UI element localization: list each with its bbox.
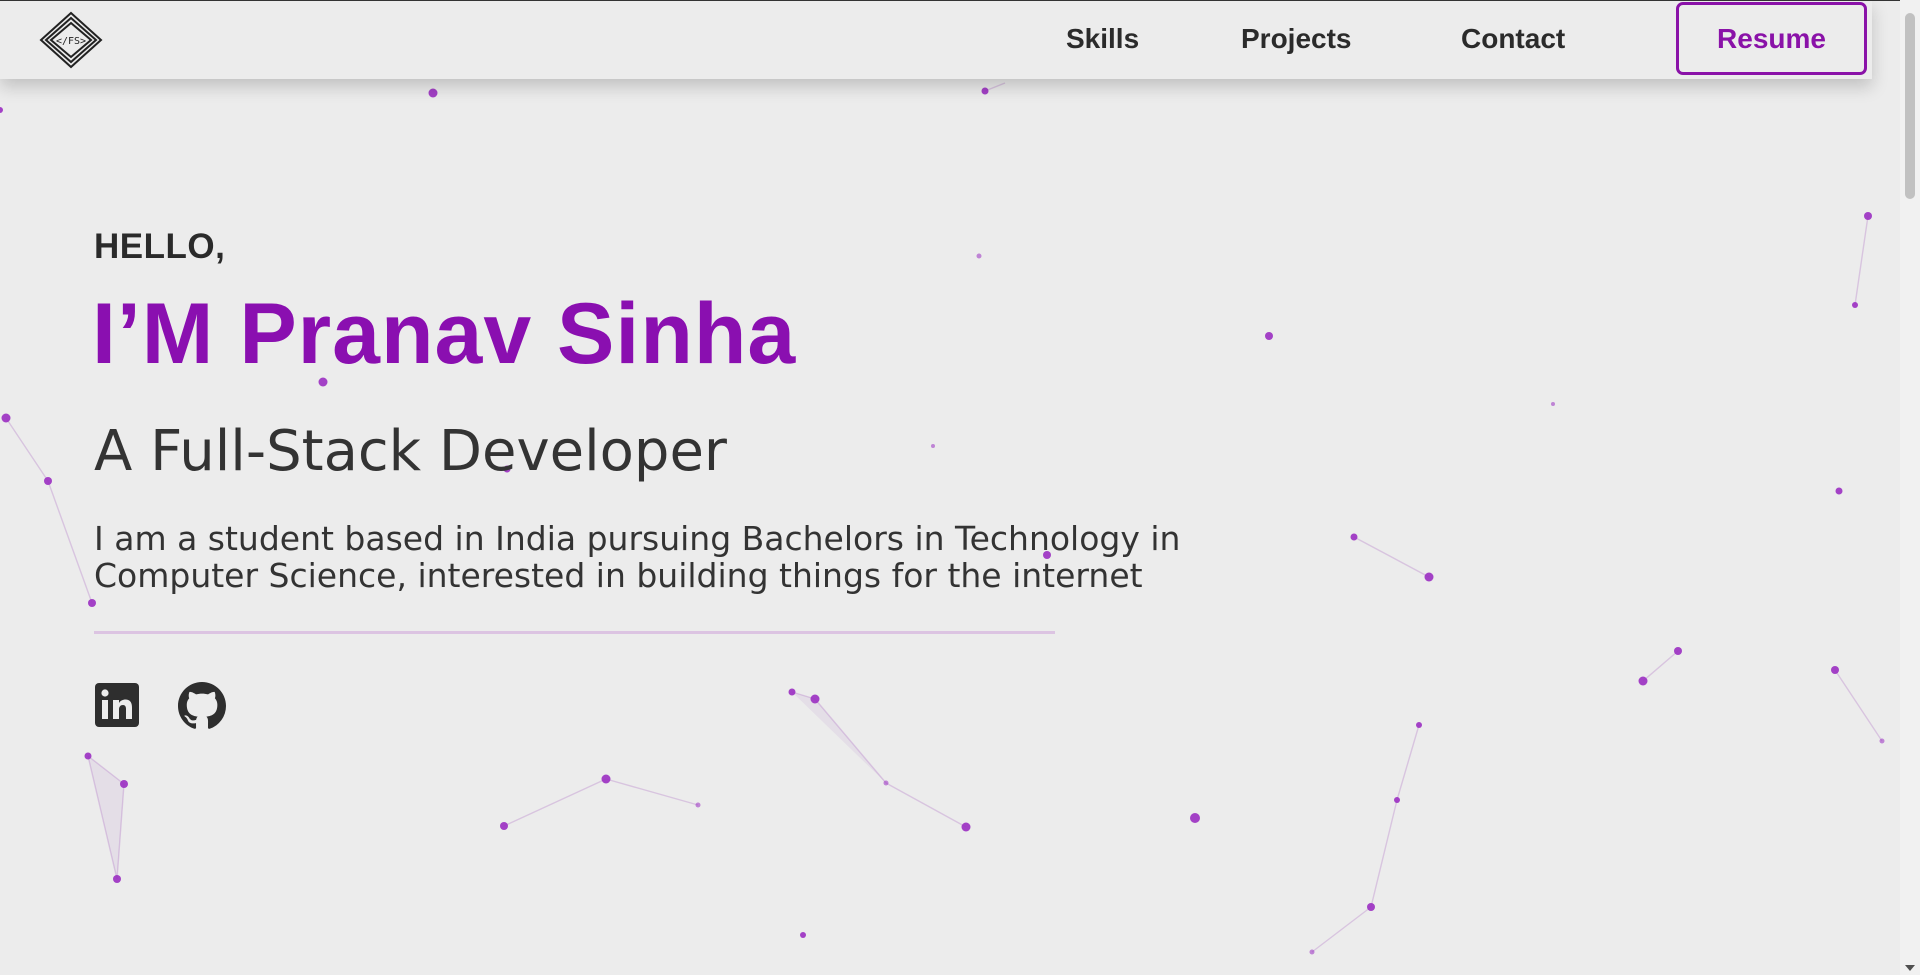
hero-bio: I am a student based in India pursuing B… bbox=[94, 519, 1181, 595]
hero-name: I’M Pranav Sinha bbox=[92, 286, 797, 382]
particle-dot bbox=[695, 802, 701, 808]
hero-role: A Full-Stack Developer bbox=[94, 419, 727, 484]
particle-dot bbox=[1, 413, 11, 423]
particle-dot bbox=[961, 822, 971, 832]
particle-link bbox=[1854, 215, 1869, 306]
linkedin-icon bbox=[95, 683, 139, 727]
particle-dot bbox=[601, 774, 611, 784]
particle-dot bbox=[1309, 949, 1315, 955]
logo-icon: </FS> bbox=[39, 11, 103, 69]
particle-dot bbox=[981, 87, 989, 95]
particle-link bbox=[5, 417, 49, 482]
particle-link bbox=[1396, 724, 1420, 801]
particle-dot bbox=[428, 88, 438, 98]
particle-dot bbox=[84, 752, 92, 760]
particle-dot bbox=[931, 444, 935, 448]
resume-button[interactable]: Resume bbox=[1676, 2, 1867, 75]
logo[interactable]: </FS> bbox=[38, 10, 104, 70]
hero-greeting: HELLO, bbox=[94, 227, 226, 266]
particle-dot bbox=[1367, 903, 1375, 911]
navbar: </FS> Skills Projects Contact Resume bbox=[0, 0, 1872, 79]
particle-dot bbox=[1265, 332, 1273, 340]
particle-dot bbox=[500, 822, 508, 830]
nav-link-skills[interactable]: Skills bbox=[1066, 19, 1139, 59]
particle-dot bbox=[88, 599, 96, 607]
scrollbar-thumb[interactable] bbox=[1905, 13, 1915, 199]
top-border bbox=[0, 0, 1900, 1]
hero-divider bbox=[94, 631, 1055, 634]
nav-link-projects[interactable]: Projects bbox=[1241, 19, 1352, 59]
particle-dot bbox=[1416, 722, 1422, 728]
particle-link bbox=[1311, 906, 1372, 953]
particle-dot bbox=[788, 688, 796, 696]
particle-dot bbox=[44, 477, 52, 485]
particle-triangle bbox=[792, 692, 886, 783]
particle-dot bbox=[1852, 302, 1858, 308]
particle-link bbox=[885, 782, 967, 828]
particle-dot bbox=[113, 875, 121, 883]
particle-link bbox=[1834, 669, 1883, 742]
particle-dot bbox=[976, 253, 982, 259]
particle-background bbox=[0, 82, 1885, 955]
particle-link bbox=[1353, 536, 1430, 578]
particle-dot bbox=[1864, 212, 1872, 220]
particle-dot bbox=[1350, 533, 1358, 541]
particle-dot bbox=[1394, 797, 1400, 803]
scroll-down-arrow-icon[interactable] bbox=[1905, 965, 1915, 971]
github-link[interactable] bbox=[178, 682, 226, 730]
particle-dot bbox=[0, 107, 3, 113]
particle-dot bbox=[1638, 676, 1648, 686]
particle-dot bbox=[810, 694, 820, 704]
portfolio-page: </FS> Skills Projects Contact Resume HEL… bbox=[0, 0, 1920, 975]
particle-dot bbox=[1835, 487, 1843, 495]
scrollbar[interactable] bbox=[1900, 0, 1920, 975]
particle-link bbox=[503, 778, 607, 827]
logo-text: </FS> bbox=[56, 36, 86, 47]
resume-button-label: Resume bbox=[1717, 22, 1826, 54]
particle-dot bbox=[883, 780, 889, 786]
linkedin-link[interactable] bbox=[94, 682, 142, 730]
particle-dot bbox=[1674, 647, 1682, 655]
particle-link bbox=[47, 480, 93, 604]
particle-link bbox=[1642, 650, 1679, 682]
particle-dot bbox=[800, 932, 806, 938]
particle-link bbox=[605, 778, 699, 806]
particle-dot bbox=[1831, 666, 1839, 674]
github-icon bbox=[178, 682, 226, 729]
social-links bbox=[94, 682, 234, 732]
particle-dot bbox=[1424, 572, 1434, 582]
particle-dot bbox=[1551, 402, 1555, 406]
particle-dot bbox=[120, 780, 128, 788]
particle-link bbox=[1370, 799, 1398, 908]
nav-link-contact[interactable]: Contact bbox=[1461, 19, 1565, 59]
particle-dot bbox=[1190, 813, 1200, 823]
particle-dot bbox=[1879, 738, 1885, 744]
